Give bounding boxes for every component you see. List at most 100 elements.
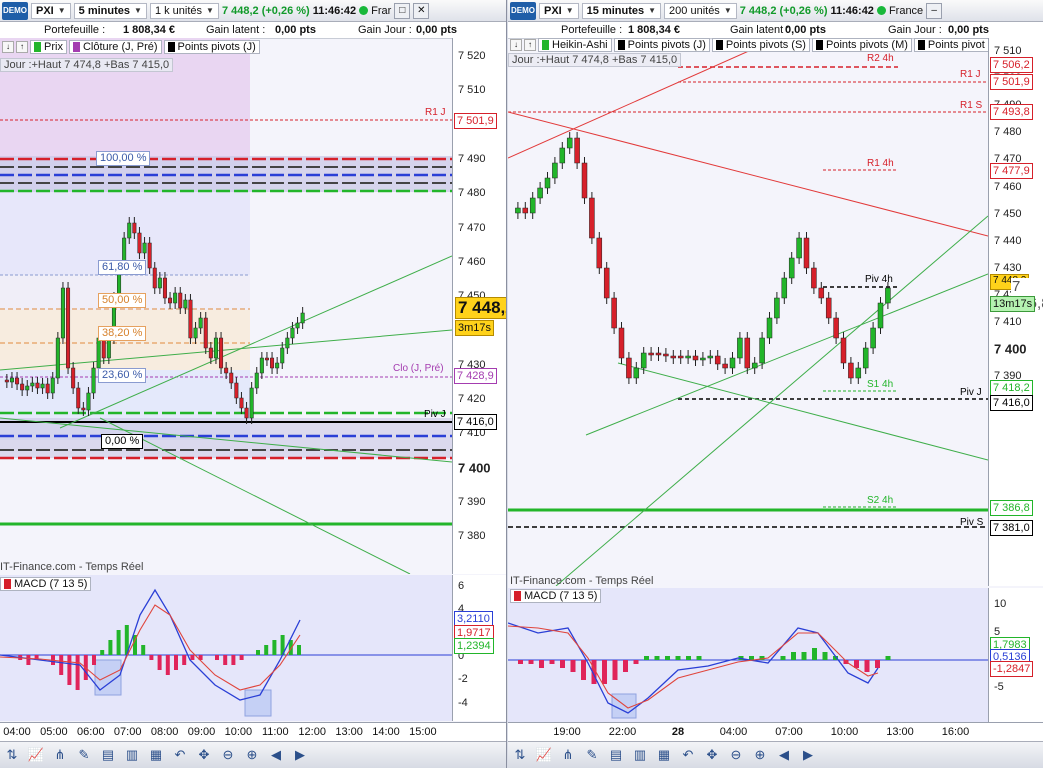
draw-icon[interactable]: ✎ — [75, 746, 93, 764]
candle-body — [596, 237, 603, 269]
price-chart-left[interactable] — [0, 38, 452, 574]
legend-pivots-m[interactable]: Points pivots (M) — [811, 37, 912, 52]
time-tick-label: 06:00 — [77, 726, 105, 738]
instrument-select[interactable]: PXI ▼ — [539, 2, 579, 19]
macd-histogram-bar — [157, 655, 162, 670]
macd-histogram-bar — [59, 655, 64, 675]
legend-pivots-s[interactable]: Points pivots (S) — [711, 37, 810, 52]
legend-heikin-ashi[interactable]: Heikin-Ashi — [538, 37, 612, 52]
units-select[interactable]: 200 unités ▼ — [664, 2, 737, 19]
candle-body — [127, 222, 132, 239]
timeframe-select[interactable]: 5 minutes ▼ — [73, 2, 147, 19]
compare-icon[interactable]: ▥ — [123, 746, 141, 764]
r1-label: R1 J — [425, 107, 446, 118]
time-axis-right[interactable]: 19:00 22:00 28 04:00 07:00 10:00 13:00 16:00 — [508, 722, 1043, 741]
minimize-button[interactable]: – — [926, 2, 943, 19]
undo-icon[interactable]: ↶ — [171, 746, 189, 764]
share-icon[interactable]: ⋔ — [51, 746, 69, 764]
candle-body — [781, 277, 788, 299]
units-select[interactable]: 1 k unités ▼ — [149, 2, 219, 19]
macd-histogram-bar — [518, 660, 523, 664]
price-tick-label: 7 400 — [458, 460, 491, 476]
zoom-in-icon[interactable]: ⊕ — [243, 746, 261, 764]
zoom-out-icon[interactable]: ⊖ — [727, 746, 745, 764]
piv-s-label: Piv S — [960, 517, 984, 528]
scroll-right-icon[interactable]: ▶ — [291, 746, 309, 764]
macd-histogram-bar — [92, 655, 96, 665]
undo-icon[interactable]: ↶ — [679, 746, 697, 764]
legend-pivots-4h[interactable]: Points pivot — [913, 37, 989, 52]
macd-signal-line — [0, 604, 301, 691]
chart-toolbar-right: ⇅ 📈 ⋔ ✎ ▤ ▥ ▦ ↶ ✥ ⊖ ⊕ ◀ ▶ — [508, 741, 1043, 768]
s1-4h-label: S1 4h — [867, 379, 894, 390]
candle-body — [229, 372, 234, 384]
candle-body — [618, 327, 625, 359]
zoom-in-icon[interactable]: ⊕ — [751, 746, 769, 764]
candle-body — [234, 382, 239, 399]
maximize-button[interactable]: □ — [394, 2, 411, 19]
r1-j-price-tag: 7 501,9 — [990, 74, 1033, 90]
legend-swatch-icon — [4, 579, 11, 589]
draw-icon[interactable]: ✎ — [583, 746, 601, 764]
layout-icon[interactable]: ▦ — [655, 746, 673, 764]
chart-window-right: DEMO PXI ▼ 15 minutes ▼ 200 unités ▼ 7 448,… — [508, 0, 1043, 768]
time-tick-label: 13:00 — [886, 726, 914, 738]
macd-histogram-bar — [223, 655, 228, 665]
price-chart-right[interactable] — [508, 38, 988, 586]
legend-pivots[interactable]: Points pivots (J) — [163, 39, 260, 54]
layout-icon[interactable]: ▦ — [147, 746, 165, 764]
candle-body — [132, 222, 137, 234]
legend-prix[interactable]: Prix — [30, 39, 67, 54]
share-icon[interactable]: ⋔ — [559, 746, 577, 764]
scroll-left-icon[interactable]: ◀ — [267, 746, 285, 764]
candle-body — [574, 137, 580, 164]
macd-legend[interactable]: MACD (7 13 5) — [0, 577, 92, 591]
time-tick-label: 15:00 — [409, 726, 437, 738]
pan-icon[interactable]: ✥ — [195, 746, 213, 764]
compare-icon[interactable]: ▥ — [631, 746, 649, 764]
units-label: 1 k unités — [154, 4, 203, 17]
candle-body — [640, 352, 647, 369]
scroll-left-icon[interactable]: ◀ — [775, 746, 793, 764]
macd-series-left — [0, 588, 301, 701]
day-gain-label: Gain Jour : — [888, 24, 942, 36]
macd-histogram-bar — [875, 660, 880, 668]
legend-pb-label: Points pivot — [927, 38, 985, 51]
candle-body — [729, 357, 736, 369]
macd-panel-right[interactable] — [508, 588, 988, 722]
indicator-icon[interactable]: ▤ — [99, 746, 117, 764]
instrument-select[interactable]: PXI ▼ — [31, 2, 71, 19]
time-tick-label: 28 — [671, 726, 685, 738]
cursor-icon[interactable]: ⇅ — [511, 746, 529, 764]
close-button[interactable]: ✕ — [413, 2, 430, 19]
legend-cloture[interactable]: Clôture (J, Pré) — [68, 39, 162, 54]
chart-type-icon[interactable]: 📈 — [27, 746, 45, 764]
scroll-right-icon[interactable]: ▶ — [799, 746, 817, 764]
zoom-out-icon[interactable]: ⊖ — [219, 746, 237, 764]
price-tick-label: 7 460 — [458, 255, 486, 268]
chart-type-icon[interactable]: 📈 — [535, 746, 553, 764]
macd-histogram-bar — [665, 656, 670, 660]
candle-body — [700, 357, 706, 361]
collapse-icon[interactable]: ↓ — [510, 38, 522, 51]
macd-legend[interactable]: MACD (7 13 5) — [510, 589, 602, 603]
legend-pivots-j[interactable]: Points pivots (J) — [613, 37, 710, 52]
candle-body — [589, 197, 595, 239]
candle-body — [213, 337, 218, 359]
price-axis-right[interactable]: 7 5107 5007 4907 4807 4707 4607 4507 440… — [988, 38, 1043, 586]
candle-body — [751, 362, 758, 369]
s2-4h-label: S2 4h — [867, 495, 894, 506]
up-icon[interactable]: ↑ — [524, 38, 536, 51]
cursor-icon[interactable]: ⇅ — [3, 746, 21, 764]
time-tick-label: 07:00 — [113, 726, 142, 738]
time-axis-left[interactable]: 04:00 05:00 06:00 07:00 08:00 09:00 10:00 11:00… — [0, 722, 506, 741]
indicator-icon[interactable]: ▤ — [607, 746, 625, 764]
candle-body — [173, 292, 178, 304]
day-gain-label: Gain Jour : — [358, 24, 412, 36]
up-icon[interactable]: ↑ — [16, 40, 28, 53]
pan-icon[interactable]: ✥ — [703, 746, 721, 764]
timeframe-select[interactable]: 15 minutes ▼ — [581, 2, 662, 19]
collapse-icon[interactable]: ↓ — [2, 40, 14, 53]
price-tick-label: 7 400 — [994, 341, 1027, 357]
macd-panel-left[interactable] — [0, 575, 452, 721]
